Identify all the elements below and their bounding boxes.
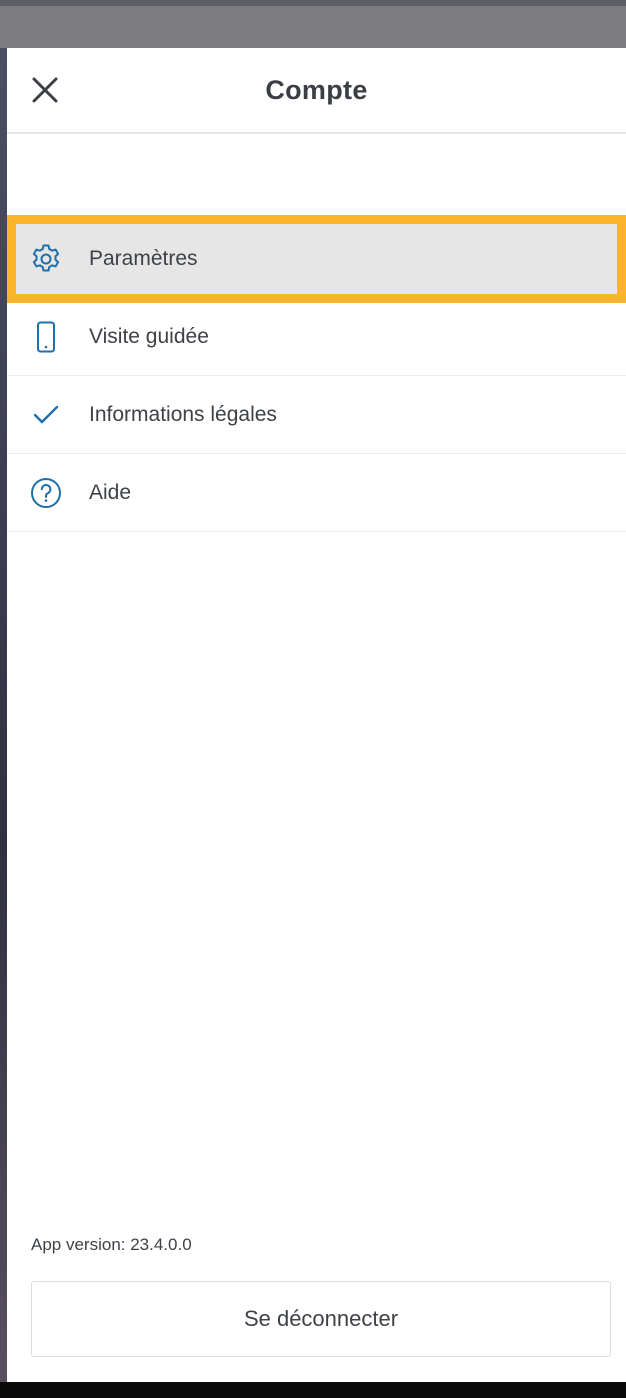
checkmark-icon (29, 398, 63, 432)
account-menu: Paramètres Visite guidée Informations lé… (7, 215, 626, 532)
menu-item-aide[interactable]: Aide (7, 454, 626, 532)
logout-button[interactable]: Se déconnecter (31, 1281, 611, 1357)
status-bar (0, 0, 626, 48)
menu-item-label: Visite guidée (89, 324, 209, 348)
help-circle-icon (29, 476, 63, 510)
menu-item-label: Paramètres (89, 247, 198, 270)
page-title: Compte (265, 75, 368, 105)
app-version-text: App version: 23.4.0.0 (31, 1235, 192, 1254)
menu-item-parametres[interactable]: Paramètres (7, 215, 626, 303)
navigation-bar (0, 1382, 626, 1398)
gear-icon (29, 242, 63, 276)
background-edge (0, 48, 7, 1382)
account-panel: Compte Paramètres Visite guidée Informat… (7, 48, 626, 1382)
panel-header: Compte (7, 48, 626, 134)
menu-item-informations-legales[interactable]: Informations légales (7, 376, 626, 454)
menu-item-label: Aide (89, 480, 132, 504)
menu-item-label: Informations légales (89, 402, 277, 426)
phone-icon (29, 320, 63, 354)
menu-item-visite-guidee[interactable]: Visite guidée (7, 298, 626, 376)
